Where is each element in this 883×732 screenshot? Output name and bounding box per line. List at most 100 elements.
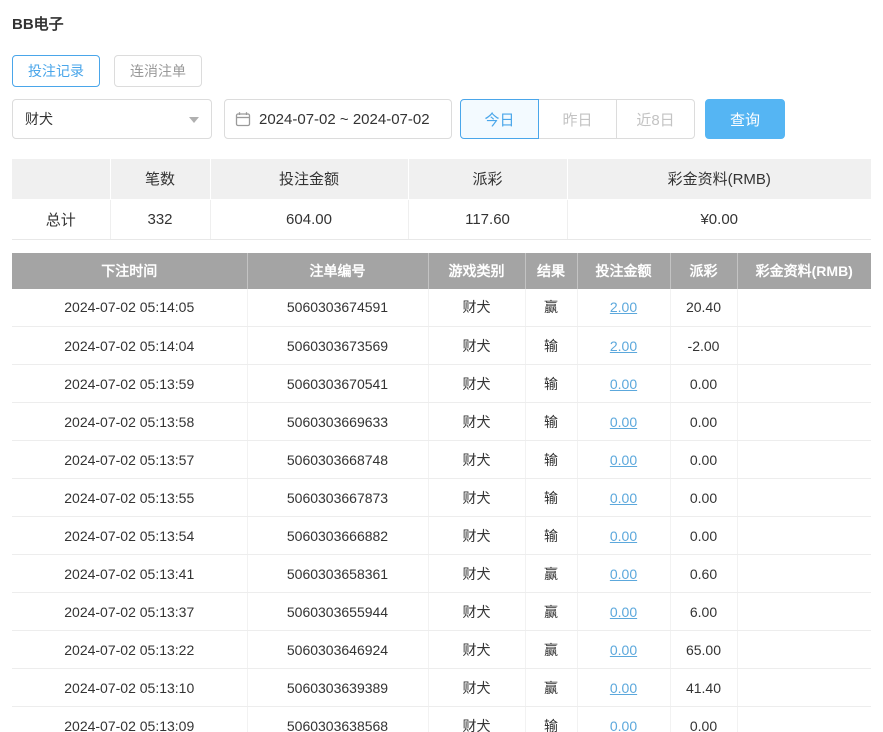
bet-amount-link[interactable]: 0.00 <box>610 680 637 696</box>
col-result: 结果 <box>525 252 578 289</box>
bonus-cell <box>737 402 871 441</box>
payout-cell: 0.00 <box>670 440 738 479</box>
bonus-cell <box>737 326 871 365</box>
last-8-days-button[interactable]: 近8日 <box>616 99 695 139</box>
order-number-cell: 5060303667873 <box>247 478 429 517</box>
order-number-cell: 5060303646924 <box>247 630 429 669</box>
game-type-cell: 财犬 <box>428 630 526 669</box>
bonus-cell <box>737 440 871 479</box>
table-row: 2024-07-02 05:13:59 5060303670541 财犬输 0.00 0… <box>12 364 871 403</box>
bet-time-cell: 2024-07-02 05:14:05 <box>12 288 248 327</box>
order-number-cell: 5060303669633 <box>247 402 429 441</box>
calendar-icon <box>235 111 251 127</box>
bet-amount-link[interactable]: 0.00 <box>610 490 637 506</box>
summary-total-count: 332 <box>110 199 211 240</box>
page-title: BB电子 <box>12 16 64 33</box>
table-row: 2024-07-02 05:13:09 5060303638568 财犬输 0.00 0… <box>12 706 871 732</box>
table-row: 2024-07-02 05:14:04 5060303673569 财犬输 2.00 -… <box>12 326 871 365</box>
bet-amount-link[interactable]: 2.00 <box>610 338 637 354</box>
bet-amount-cell: 0.00 <box>577 364 671 403</box>
bet-time-cell: 2024-07-02 05:13:54 <box>12 516 248 555</box>
payout-cell: 0.00 <box>670 706 738 732</box>
bonus-cell <box>737 706 871 732</box>
table-row: 2024-07-02 05:13:58 5060303669633 财犬输 0.00 0… <box>12 402 871 441</box>
summary-col-bonus: 彩金资料(RMB) <box>567 159 871 200</box>
col-order-number: 注单编号 <box>247 252 429 289</box>
order-number-cell: 5060303658361 <box>247 554 429 593</box>
bonus-cell <box>737 516 871 555</box>
game-type-cell: 财犬 <box>428 478 526 517</box>
order-number-cell: 5060303668748 <box>247 440 429 479</box>
bet-amount-cell: 0.00 <box>577 630 671 669</box>
col-game-type: 游戏类别 <box>428 252 526 289</box>
result-cell: 输 <box>525 706 578 732</box>
bet-time-cell: 2024-07-02 05:13:58 <box>12 402 248 441</box>
bet-amount-link[interactable]: 0.00 <box>610 566 637 582</box>
payout-cell: 0.00 <box>670 516 738 555</box>
result-cell: 赢 <box>525 288 578 327</box>
tab-cancelled-orders[interactable]: 连消注单 <box>114 55 202 87</box>
game-type-cell: 财犬 <box>428 288 526 327</box>
bonus-cell <box>737 288 871 327</box>
bet-amount-link[interactable]: 0.00 <box>610 604 637 620</box>
result-cell: 输 <box>525 326 578 365</box>
summary-total-bonus: ¥0.00 <box>567 199 871 240</box>
bet-amount-cell: 0.00 <box>577 706 671 732</box>
summary-col-blank <box>12 159 111 200</box>
table-row: 2024-07-02 05:14:05 5060303674591 财犬赢 2.00 2… <box>12 288 871 327</box>
payout-cell: 0.00 <box>670 402 738 441</box>
quick-date-button-group: 今日 昨日 近8日 <box>460 99 695 139</box>
search-button[interactable]: 查询 <box>705 99 785 139</box>
order-number-cell: 5060303638568 <box>247 706 429 732</box>
order-number-cell: 5060303674591 <box>247 288 429 327</box>
game-type-cell: 财犬 <box>428 402 526 441</box>
game-type-cell: 财犬 <box>428 440 526 479</box>
game-select-value: 财犬 <box>25 111 53 127</box>
result-cell: 输 <box>525 402 578 441</box>
bet-amount-link[interactable]: 0.00 <box>610 414 637 430</box>
tab-bar: 投注记录 连消注单 <box>12 55 883 87</box>
summary-total-row: 总计 332 604.00 117.60 ¥0.00 <box>12 199 871 240</box>
tab-bet-records[interactable]: 投注记录 <box>12 55 100 87</box>
bet-time-cell: 2024-07-02 05:13:55 <box>12 478 248 517</box>
result-cell: 赢 <box>525 554 578 593</box>
game-type-cell: 财犬 <box>428 516 526 555</box>
summary-col-payout: 派彩 <box>408 159 568 200</box>
col-bonus: 彩金资料(RMB) <box>737 252 871 289</box>
today-button[interactable]: 今日 <box>460 99 539 139</box>
table-row: 2024-07-02 05:13:55 5060303667873 财犬输 0.00 0… <box>12 478 871 517</box>
summary-col-bet-amount: 投注金额 <box>210 159 409 200</box>
date-range-value: 2024-07-02 ~ 2024-07-02 <box>259 110 430 128</box>
payout-cell: 0.60 <box>670 554 738 593</box>
game-type-cell: 财犬 <box>428 592 526 631</box>
payout-cell: 20.40 <box>670 288 738 327</box>
bet-time-cell: 2024-07-02 05:13:57 <box>12 440 248 479</box>
bet-table-header-row: 下注时间 注单编号 游戏类别 结果 投注金额 派彩 彩金资料(RMB) <box>12 252 871 289</box>
result-cell: 输 <box>525 440 578 479</box>
result-cell: 输 <box>525 516 578 555</box>
bet-amount-link[interactable]: 0.00 <box>610 642 637 658</box>
game-select[interactable]: 财犬 <box>12 99 212 139</box>
bet-amount-cell: 0.00 <box>577 668 671 707</box>
bet-time-cell: 2024-07-02 05:13:22 <box>12 630 248 669</box>
col-bet-amount: 投注金额 <box>577 252 671 289</box>
bet-amount-cell: 0.00 <box>577 402 671 441</box>
table-row: 2024-07-02 05:13:10 5060303639389 财犬赢 0.00 4… <box>12 668 871 707</box>
bet-amount-link[interactable]: 0.00 <box>610 718 637 732</box>
bet-amount-link[interactable]: 2.00 <box>610 299 637 315</box>
summary-total-bet-amount: 604.00 <box>210 199 409 240</box>
result-cell: 输 <box>525 364 578 403</box>
page: BB电子 投注记录 连消注单 财犬 2024-07-02 ~ 2024-07-0… <box>0 13 883 732</box>
bet-amount-link[interactable]: 0.00 <box>610 376 637 392</box>
yesterday-button[interactable]: 昨日 <box>538 99 617 139</box>
bet-amount-cell: 0.00 <box>577 592 671 631</box>
payout-cell: 0.00 <box>670 478 738 517</box>
bet-time-cell: 2024-07-02 05:13:37 <box>12 592 248 631</box>
result-cell: 赢 <box>525 630 578 669</box>
bet-time-cell: 2024-07-02 05:13:09 <box>12 706 248 732</box>
date-range-input[interactable]: 2024-07-02 ~ 2024-07-02 <box>224 99 452 139</box>
bet-time-cell: 2024-07-02 05:13:59 <box>12 364 248 403</box>
bonus-cell <box>737 478 871 517</box>
bet-amount-link[interactable]: 0.00 <box>610 452 637 468</box>
bet-amount-link[interactable]: 0.00 <box>610 528 637 544</box>
